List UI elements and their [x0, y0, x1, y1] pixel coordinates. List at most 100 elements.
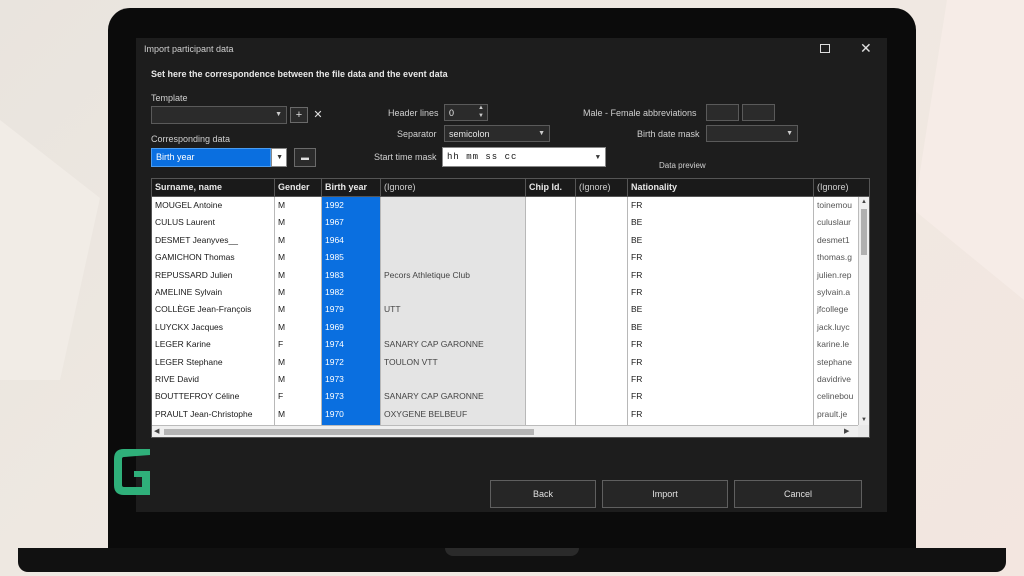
table-cell: 1974 — [325, 339, 344, 350]
corresponding-data-select[interactable]: Birth year — [151, 148, 271, 167]
table-cell: julien.rep — [817, 269, 852, 280]
table-cell: culuslaur — [817, 217, 852, 228]
table-cell — [576, 319, 627, 336]
chevron-down-icon: ▼ — [595, 154, 601, 162]
remove-template-button[interactable]: ✕ — [309, 107, 327, 123]
table-cell — [526, 354, 575, 371]
table-cell: F — [278, 391, 284, 402]
column-header[interactable]: (Ignore) — [576, 179, 628, 196]
export-icon[interactable]: ▬ — [294, 148, 316, 167]
column-header[interactable]: Gender — [275, 179, 322, 196]
table-cell: UTT — [384, 304, 401, 315]
table-cell — [576, 284, 627, 301]
table-cell: FR — [631, 252, 643, 263]
table-cell — [526, 267, 575, 284]
table-cell: M — [278, 408, 286, 419]
spinner-arrows-icon[interactable]: ▲ ▼ — [478, 104, 484, 120]
maximize-icon[interactable] — [820, 44, 830, 53]
column-gender: MMMMMMMMFMMFM — [275, 197, 322, 425]
table-cell: CULUS Laurent — [155, 217, 216, 228]
scroll-left-icon[interactable]: ◀ — [154, 427, 159, 435]
column-header[interactable]: Birth year — [322, 179, 381, 196]
scrollbar-thumb[interactable] — [861, 209, 867, 255]
table-cell — [526, 319, 575, 336]
table-cell: LEGER Karine — [155, 339, 211, 350]
scroll-down-icon[interactable]: ▼ — [861, 417, 867, 423]
table-cell: 1992 — [325, 200, 344, 210]
scrollbar-thumb[interactable] — [164, 429, 534, 435]
table-cell: F — [278, 339, 284, 350]
table-cell — [381, 197, 525, 214]
add-template-button[interactable]: + — [290, 107, 308, 123]
table-cell: M — [278, 374, 286, 384]
table-cell: FR — [631, 408, 643, 419]
background-shape — [0, 120, 100, 380]
table-cell: M — [278, 252, 286, 263]
table-cell: FR — [631, 356, 643, 367]
cancel-button[interactable]: Cancel — [734, 480, 862, 508]
female-abbreviation-field[interactable] — [742, 104, 775, 121]
table-cell: 1979 — [325, 304, 344, 315]
column-header[interactable]: (Ignore) — [381, 179, 526, 196]
table-cell: REPUSSARD Julien — [155, 269, 233, 280]
table-cell: BE — [631, 217, 643, 228]
chevron-down-icon: ▼ — [786, 130, 793, 137]
data-preview-grid: Surname, name Gender Birth year (Ignore)… — [151, 178, 870, 438]
table-cell — [381, 319, 525, 336]
table-cell: 1967 — [325, 217, 344, 228]
table-cell: SANARY CAP GARONNE — [384, 339, 484, 350]
table-cell: toinemou — [817, 200, 852, 210]
male-abbreviation-field[interactable] — [706, 104, 739, 121]
start-time-mask-field[interactable]: hh mm ss cc ▼ — [442, 147, 606, 167]
column-header[interactable]: (Ignore) — [814, 179, 869, 196]
birth-date-mask-label: Birth date mask — [637, 129, 700, 139]
header-lines-stepper[interactable]: 0 ▲ ▼ — [444, 104, 488, 121]
horizontal-scrollbar[interactable]: ◀ ▶ — [152, 425, 858, 437]
title-bar: Import participant data ✕ — [136, 38, 887, 60]
column-header[interactable]: Surname, name — [152, 179, 275, 196]
table-cell: BE — [631, 234, 643, 245]
table-cell: TOULON VTT — [384, 356, 438, 367]
table-cell: 1983 — [325, 269, 344, 280]
scroll-right-icon[interactable]: ▶ — [844, 427, 849, 435]
table-cell: BE — [631, 321, 643, 332]
column-ignore: Pecors Athletique Club UTT SANARY CAP GARO… — [381, 197, 526, 425]
back-button[interactable]: Back — [490, 480, 596, 508]
birth-date-mask-select[interactable]: ▼ — [706, 125, 798, 142]
table-cell — [526, 214, 575, 231]
column-ignore: toinemou culuslaur desmet1 thomas.g julien.r… — [814, 197, 858, 425]
vertical-scrollbar[interactable]: ▲ ▼ — [858, 197, 869, 425]
import-button[interactable]: Import — [602, 480, 728, 508]
table-cell: M — [278, 304, 286, 315]
table-cell — [526, 284, 575, 301]
close-icon[interactable]: ✕ — [860, 40, 872, 57]
scroll-up-icon[interactable]: ▲ — [861, 199, 867, 205]
table-cell: FR — [631, 339, 643, 350]
header-lines-label: Header lines — [388, 108, 439, 118]
column-header[interactable]: Nationality — [628, 179, 814, 196]
table-cell — [381, 232, 525, 249]
table-cell: 1973 — [325, 391, 344, 402]
data-preview-label: Data preview — [659, 161, 706, 170]
table-cell: M — [278, 269, 286, 280]
table-cell: M — [278, 356, 286, 367]
corresponding-data-dropdown[interactable]: ▼ — [271, 148, 287, 167]
dialog-heading: Set here the correspondence between the … — [151, 69, 448, 79]
table-cell — [576, 406, 627, 423]
template-select[interactable]: ▼ — [151, 106, 287, 124]
background-shape — [914, 0, 1024, 300]
table-cell — [381, 249, 525, 266]
table-cell: Pecors Athletique Club — [384, 269, 470, 280]
table-cell — [576, 301, 627, 318]
grid-header: Surname, name Gender Birth year (Ignore)… — [152, 179, 869, 197]
separator-select[interactable]: semicolon ▼ — [444, 125, 550, 142]
table-cell: OXYGENE BELBEUF — [384, 408, 468, 419]
table-cell: M — [278, 321, 286, 332]
table-cell: FR — [631, 200, 643, 210]
table-cell: DESMET Jeanyves__ — [155, 234, 238, 245]
column-header[interactable]: Chip Id. — [526, 179, 576, 196]
table-cell: sylvain.a — [817, 287, 851, 297]
chevron-down-icon: ▼ — [538, 130, 545, 137]
start-time-mask-label: Start time mask — [374, 152, 437, 162]
column-surname: MOUGEL Antoine CULUS Laurent DESMET Jeanyv… — [152, 197, 275, 425]
